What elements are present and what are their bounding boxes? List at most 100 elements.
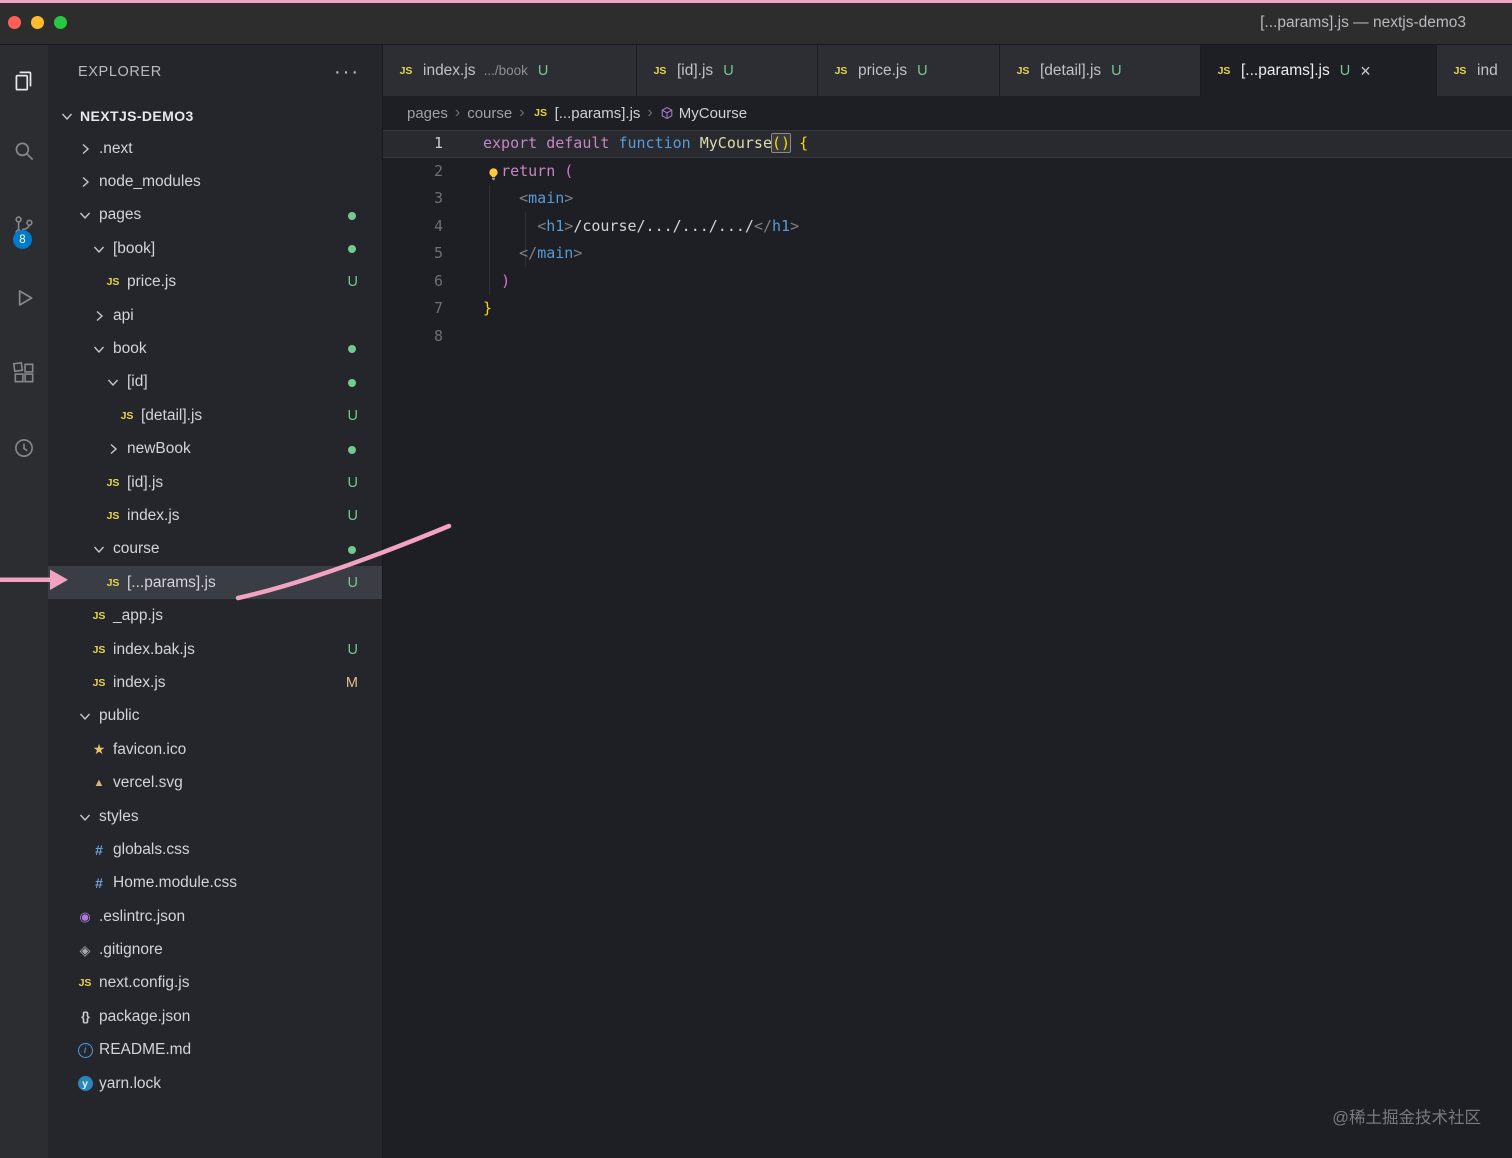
breadcrumb-item-pages[interactable]: pages: [407, 105, 448, 122]
git-status-badge: U: [347, 474, 358, 491]
code-line-5[interactable]: 5 </main>: [383, 240, 1512, 268]
git-status-badge: U: [537, 62, 549, 79]
chevron-down-icon: [104, 373, 122, 391]
run-debug-icon[interactable]: [2, 284, 46, 312]
breadcrumb-item-[...params].js[interactable]: JS [...params].js: [532, 104, 640, 122]
tree-folder-pages[interactable]: pages: [48, 199, 382, 232]
code-editor[interactable]: 1 export default function MyCourse() {2 r…: [383, 130, 1512, 1158]
tree-file-next.config.js[interactable]: JS next.config.js: [48, 967, 382, 1000]
tree-file-index.bak.js[interactable]: JS index.bak.js U: [48, 633, 382, 666]
tree-file-index.js[interactable]: JS index.js U: [48, 499, 382, 532]
chevron-right-icon: ›: [647, 104, 653, 121]
tab-description: .../book: [483, 63, 528, 78]
tree-item-label: [detail].js: [141, 406, 203, 424]
tree-file-globals.css[interactable]: # globals.css: [48, 833, 382, 866]
tree-root-nextjs-demo3[interactable]: NEXTJS-DEMO3: [48, 99, 382, 132]
tree-file-[detail].js[interactable]: JS [detail].js U: [48, 399, 382, 432]
tree-item-label: [id].js: [127, 473, 164, 491]
code-line-1[interactable]: 1 export default function MyCourse() {: [383, 130, 1512, 158]
close-window-button[interactable]: [8, 16, 21, 29]
extensions-icon[interactable]: [2, 359, 46, 387]
code-line-8[interactable]: 8: [383, 323, 1512, 351]
js-file-icon: JS: [834, 64, 848, 77]
search-icon[interactable]: [2, 137, 46, 165]
symbol-cube-icon: [660, 106, 674, 120]
code-line-7[interactable]: 7}: [383, 295, 1512, 323]
code-line-4[interactable]: 4 <h1>/course/.../.../.../</h1>: [383, 213, 1512, 241]
tab-[detail].js[interactable]: JS [detail].js U: [1000, 45, 1201, 96]
git-status-badge: U: [347, 274, 358, 291]
tree-item-label: package.json: [99, 1007, 191, 1025]
tree-folder-newBook[interactable]: newBook: [48, 433, 382, 466]
tree-item-label: index.bak.js: [113, 640, 195, 658]
tab-[...params].js[interactable]: JS [...params].js U ×: [1201, 45, 1437, 96]
tree-file-_app.js[interactable]: JS _app.js: [48, 599, 382, 632]
tree-folder-api[interactable]: api: [48, 299, 382, 332]
more-actions-icon[interactable]: ···: [334, 61, 360, 84]
star-icon: ★: [92, 741, 106, 758]
tab-[id].js[interactable]: JS [id].js U: [637, 45, 818, 96]
css-file-icon: #: [95, 875, 103, 892]
tree-file-price.js[interactable]: JS price.js U: [48, 266, 382, 299]
tree-file-.gitignore[interactable]: ◈ .gitignore: [48, 933, 382, 966]
tree-item-label: [...params].js: [127, 573, 216, 591]
tree-folder-course[interactable]: course: [48, 533, 382, 566]
js-file-icon: JS: [106, 509, 120, 522]
tree-item-label: favicon.ico: [113, 740, 187, 758]
js-file-icon: JS: [92, 676, 106, 689]
traffic-lights: [8, 16, 67, 29]
window-title: [...params].js — nextjs-demo3: [1260, 14, 1466, 31]
breadcrumb-item-MyCourse[interactable]: MyCourse: [660, 105, 747, 122]
tree-folder-styles[interactable]: styles: [48, 800, 382, 833]
tree-item-label: index.js: [127, 506, 180, 524]
code-line-3[interactable]: 3 <main>: [383, 185, 1512, 213]
breadcrumb-label: MyCourse: [678, 104, 748, 122]
tree-file-.eslintrc.json[interactable]: ◉ .eslintrc.json: [48, 900, 382, 933]
tree-item-label: globals.css: [113, 840, 190, 858]
tree-file-yarn.lock[interactable]: y yarn.lock: [48, 1067, 382, 1100]
tree-file-README.md[interactable]: i README.md: [48, 1034, 382, 1067]
tree-folder-public[interactable]: public: [48, 700, 382, 733]
activity-bar: 8: [0, 45, 48, 1158]
tree-file-vercel.svg[interactable]: ▲ vercel.svg: [48, 766, 382, 799]
explorer-header: EXPLORER: [78, 64, 162, 80]
tab-ind[interactable]: JS ind: [1437, 45, 1512, 96]
tree-item-label: .eslintrc.json: [99, 907, 186, 925]
tree-folder-[id][interactable]: [id]: [48, 366, 382, 399]
zoom-window-button[interactable]: [54, 16, 67, 29]
vscode-window: [...params].js — nextjs-demo3 8 EXPLORER…: [0, 0, 1512, 1158]
editor-group: JS index.js .../book U JS [id].js U JS price.js U…: [383, 45, 1512, 1158]
tab-label: index.js: [423, 61, 476, 79]
close-icon[interactable]: ×: [1360, 62, 1371, 80]
tree-item-label: README.md: [99, 1041, 192, 1059]
git-modified-dot: [348, 211, 356, 220]
code-line-2[interactable]: 2 return (: [383, 158, 1512, 186]
tab-price.js[interactable]: JS price.js U: [818, 45, 1000, 96]
tree-folder-node_modules[interactable]: node_modules: [48, 165, 382, 198]
code-line-6[interactable]: 6 ): [383, 268, 1512, 296]
explorer-icon[interactable]: [2, 67, 46, 95]
minimize-window-button[interactable]: [31, 16, 44, 29]
tree-file-favicon.ico[interactable]: ★ favicon.ico: [48, 733, 382, 766]
js-file-icon: JS: [1016, 64, 1030, 77]
code-line-text: </main>: [519, 244, 583, 262]
history-icon[interactable]: [2, 434, 46, 462]
breadcrumb-item-course[interactable]: course: [467, 105, 512, 122]
tree-folder-book[interactable]: book: [48, 332, 382, 365]
chevron-right-icon: [76, 140, 94, 158]
vercel-icon: ▲: [93, 777, 105, 790]
tree-folder-[book][interactable]: [book]: [48, 232, 382, 265]
git-status-badge: M: [345, 674, 358, 691]
tree-file-package.json[interactable]: {} package.json: [48, 1000, 382, 1033]
tree-file-Home.module.css[interactable]: # Home.module.css: [48, 867, 382, 900]
tree-file-[id].js[interactable]: JS [id].js U: [48, 466, 382, 499]
chevron-right-icon: [104, 440, 122, 458]
tab-index.js[interactable]: JS index.js .../book U: [383, 45, 637, 96]
tree-folder-.next[interactable]: .next: [48, 132, 382, 165]
tree-file-[...params].js[interactable]: JS [...params].js U: [48, 566, 382, 600]
code-lines: 1 export default function MyCourse() {2 r…: [383, 130, 1512, 350]
code-line-text: export default function MyCourse() {: [483, 134, 809, 152]
tree-item-label: book: [113, 340, 147, 358]
tree-item-label: .gitignore: [99, 941, 163, 959]
tree-file-index.js[interactable]: JS index.js M: [48, 666, 382, 699]
